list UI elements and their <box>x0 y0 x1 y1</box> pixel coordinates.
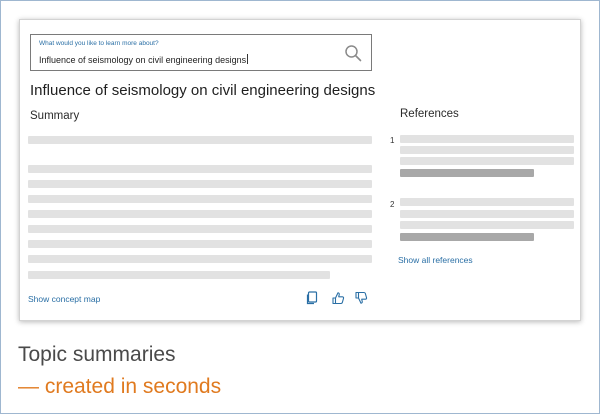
copy-icon[interactable] <box>305 291 319 305</box>
topic-summary-card: What would you like to learn more about?… <box>19 19 581 321</box>
reference-number: 2 <box>390 200 395 209</box>
thumbs-down-icon[interactable] <box>354 291 368 305</box>
reference-placeholder-line <box>400 157 574 165</box>
summary-placeholder-line <box>28 210 372 218</box>
summary-heading: Summary <box>30 110 80 122</box>
summary-placeholder-line <box>28 271 330 279</box>
summary-placeholder-line <box>28 165 372 173</box>
summary-placeholder-line <box>28 136 372 144</box>
reference-placeholder-line <box>400 135 574 143</box>
reference-placeholder-line <box>400 221 574 229</box>
reference-placeholder-line <box>400 146 574 154</box>
summary-placeholder-line <box>28 225 372 233</box>
summary-placeholder-line <box>28 240 372 248</box>
summary-placeholder-line <box>28 180 372 188</box>
search-input[interactable]: What would you like to learn more about?… <box>30 34 372 71</box>
search-label: What would you like to learn more about? <box>39 40 159 47</box>
topic-title: Influence of seismology on civil enginee… <box>30 82 376 99</box>
summary-placeholder-line <box>28 195 372 203</box>
reference-placeholder-line <box>400 210 574 218</box>
text-caret <box>247 54 249 64</box>
references-heading: References <box>400 108 459 120</box>
search-icon[interactable] <box>344 44 362 62</box>
show-concept-map-link[interactable]: Show concept map <box>28 294 100 304</box>
reference-placeholder-line <box>400 198 574 206</box>
show-all-references-link[interactable]: Show all references <box>398 255 473 265</box>
caption-tagline: — created in seconds <box>18 375 222 398</box>
summary-placeholder-line <box>28 255 372 263</box>
reference-placeholder-line <box>400 233 534 241</box>
thumbs-up-icon[interactable] <box>331 291 345 305</box>
reference-placeholder-line <box>400 169 534 177</box>
search-query-text[interactable]: Influence of seismology on civil enginee… <box>39 54 249 65</box>
caption-headline: Topic summaries <box>18 343 176 366</box>
reference-number: 1 <box>390 136 395 145</box>
